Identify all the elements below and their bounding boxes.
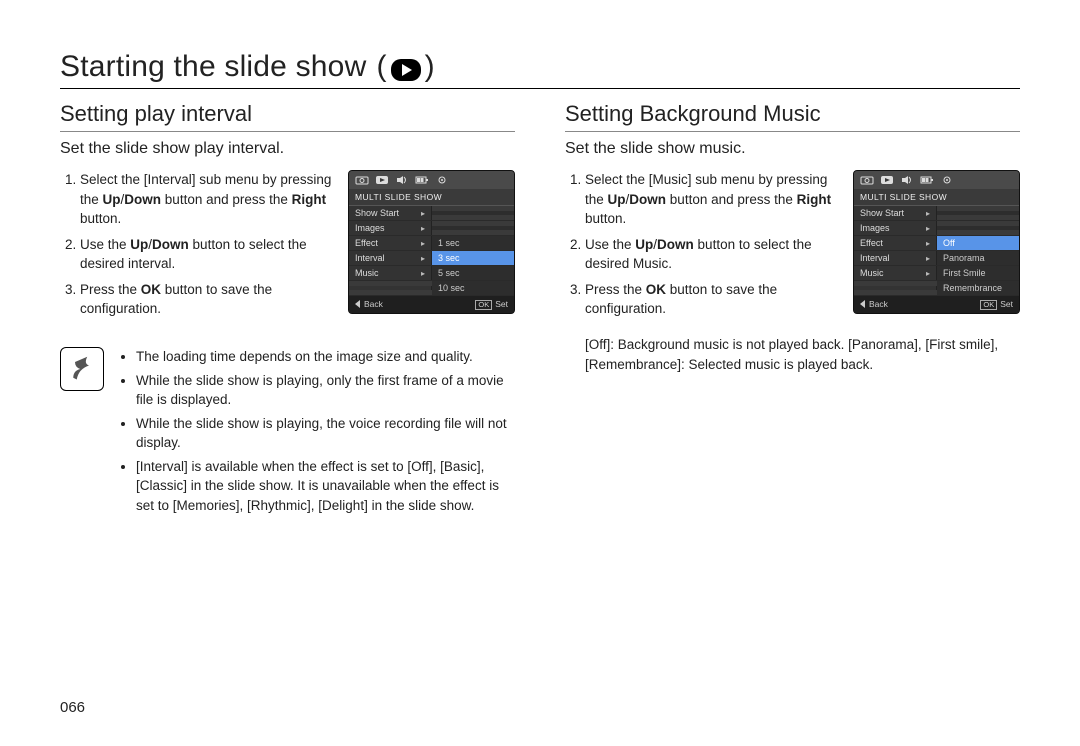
chevron-right-icon: ▸: [421, 224, 425, 233]
page-title: Starting the slide show: [60, 50, 366, 84]
step-text: Press the OK button to save the configur…: [585, 282, 777, 317]
list-item: Use the Up/Down button to select the des…: [585, 235, 839, 274]
lcd-row: Show Start▸: [349, 206, 514, 221]
lcd-screenshot-music: MULTI SLIDE SHOW Show Start▸ Images▸ Eff…: [853, 170, 1020, 314]
list-item: Select the [Music] sub menu by pressing …: [585, 170, 839, 229]
triangle-left-icon: [860, 300, 865, 308]
camera-icon: [860, 175, 874, 185]
lcd-heading: MULTI SLIDE SHOW: [349, 189, 514, 206]
lcd-topbar: [349, 171, 514, 189]
chevron-right-icon: ▸: [926, 224, 930, 233]
chevron-right-icon: ▸: [926, 239, 930, 248]
lcd-heading: MULTI SLIDE SHOW: [854, 189, 1019, 206]
step-text: Press the OK button to save the configur…: [80, 282, 272, 317]
step-text: Select the [Music] sub menu by pressing …: [585, 172, 831, 226]
lcd-row: Images▸: [349, 221, 514, 236]
chevron-right-icon: ▸: [421, 269, 425, 278]
battery-icon: [920, 175, 934, 185]
step-text: Select the [Interval] sub menu by pressi…: [80, 172, 331, 226]
list-item: Use the Up/Down button to select the des…: [80, 235, 334, 274]
note-list: The loading time depends on the image si…: [118, 347, 515, 520]
gear-icon: [435, 175, 449, 185]
lcd-row: Images▸: [854, 221, 1019, 236]
play-small-icon: [880, 175, 894, 185]
right-intro: Set the slide show music.: [565, 140, 1020, 158]
play-small-icon: [375, 175, 389, 185]
right-extra-note: [Off]: Background music is not played ba…: [565, 335, 1020, 374]
note-item: While the slide show is playing, the voi…: [136, 414, 515, 453]
lcd-row: 10 sec: [349, 281, 514, 296]
triangle-left-icon: [355, 300, 360, 308]
lcd-row: Effect▸Off: [854, 236, 1019, 251]
right-sub-divider: [565, 131, 1020, 132]
list-item: Press the OK button to save the configur…: [80, 280, 334, 319]
lcd-screenshot-interval: MULTI SLIDE SHOW Show Start▸ Images▸ Eff…: [348, 170, 515, 314]
page-number: 066: [60, 699, 85, 716]
chevron-right-icon: ▸: [421, 254, 425, 263]
left-sub-divider: [60, 131, 515, 132]
chevron-right-icon: ▸: [421, 239, 425, 248]
lcd-back: Back: [860, 299, 888, 310]
chevron-right-icon: ▸: [421, 209, 425, 218]
title-icon-group: ( ): [376, 50, 434, 84]
lcd-topbar: [854, 171, 1019, 189]
open-paren: (: [376, 50, 386, 84]
note-box: The loading time depends on the image si…: [60, 347, 515, 520]
note-item: While the slide show is playing, only th…: [136, 371, 515, 410]
page-title-row: Starting the slide show ( ): [60, 50, 1020, 84]
gear-icon: [940, 175, 954, 185]
right-column: Setting Background Music Set the slide s…: [565, 99, 1020, 519]
left-body-row: Select the [Interval] sub menu by pressi…: [60, 170, 515, 325]
lcd-row: Remembrance: [854, 281, 1019, 296]
right-body-row: Select the [Music] sub menu by pressing …: [565, 170, 1020, 325]
manual-page: Starting the slide show ( ) Setting play…: [0, 0, 1080, 519]
lcd-row: Show Start▸: [854, 206, 1019, 221]
right-steps: Select the [Music] sub menu by pressing …: [565, 170, 839, 325]
lcd-ok-set: OKSet: [475, 299, 508, 310]
left-column: Setting play interval Set the slide show…: [60, 99, 515, 519]
camera-icon: [355, 175, 369, 185]
note-icon: [60, 347, 104, 391]
play-icon: [391, 59, 421, 81]
lcd-footer: Back OKSet: [349, 296, 514, 313]
lcd-row: Music▸First Smile: [854, 266, 1019, 281]
lcd-row: Interval▸Panorama: [854, 251, 1019, 266]
battery-icon: [415, 175, 429, 185]
step-text: Use the Up/Down button to select the des…: [80, 237, 307, 272]
close-paren: ): [425, 50, 435, 84]
list-item: Select the [Interval] sub menu by pressi…: [80, 170, 334, 229]
speaker-icon: [395, 175, 409, 185]
right-heading: Setting Background Music: [565, 101, 1020, 127]
step-text: Use the Up/Down button to select the des…: [585, 237, 812, 272]
chevron-right-icon: ▸: [926, 269, 930, 278]
lcd-row: Music▸5 sec: [349, 266, 514, 281]
note-item: The loading time depends on the image si…: [136, 347, 515, 367]
two-columns: Setting play interval Set the slide show…: [60, 99, 1020, 519]
speaker-icon: [900, 175, 914, 185]
chevron-right-icon: ▸: [926, 209, 930, 218]
lcd-row: Interval▸3 sec: [349, 251, 514, 266]
lcd-row: Effect▸1 sec: [349, 236, 514, 251]
lcd-back: Back: [355, 299, 383, 310]
title-divider: [60, 88, 1020, 89]
list-item: Press the OK button to save the configur…: [585, 280, 839, 319]
left-heading: Setting play interval: [60, 101, 515, 127]
left-steps: Select the [Interval] sub menu by pressi…: [60, 170, 334, 325]
chevron-right-icon: ▸: [926, 254, 930, 263]
lcd-ok-set: OKSet: [980, 299, 1013, 310]
left-intro: Set the slide show play interval.: [60, 140, 515, 158]
lcd-footer: Back OKSet: [854, 296, 1019, 313]
note-item: [Interval] is available when the effect …: [136, 457, 515, 516]
